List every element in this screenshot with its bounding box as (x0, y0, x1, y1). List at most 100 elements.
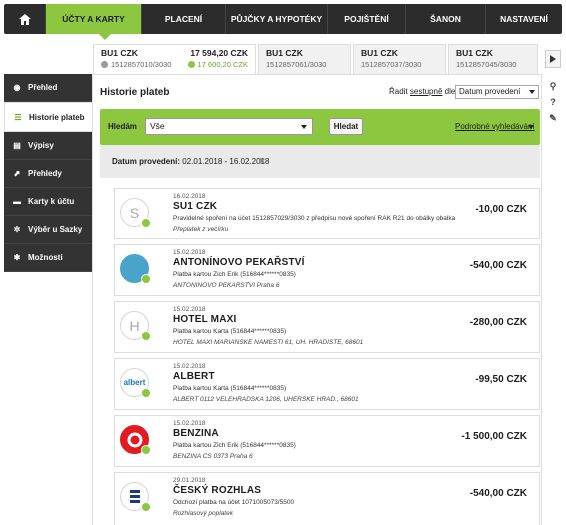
cart-badge-icon (141, 274, 151, 284)
transaction-amount: -540,00 CZK (469, 260, 527, 271)
transaction-description: Pravidelné spoření na účet 1512857029/30… (173, 215, 456, 222)
sidebar-item-label: Výpisy (28, 141, 54, 150)
top-navigation: ÚČTY A KARTY PLACENÍ PŮJČKY A HYPOTÉKY P… (4, 4, 562, 34)
nav-loans-mortgages[interactable]: PŮJČKY A HYPOTÉKY (226, 4, 328, 34)
account-name: BU1 CZK (101, 48, 138, 58)
advanced-search-link[interactable]: Podrobné vyhledávání (455, 122, 535, 131)
cart-badge-icon (141, 388, 151, 398)
transaction-name: ALBERT (173, 371, 215, 382)
transaction-row[interactable]: 15.02.2018 BENZINA Platba kartou Zich Er… (114, 415, 540, 467)
transaction-date: 15.02.2018 (173, 306, 206, 313)
account-tab-2[interactable]: BU1 CZK 1512857061/3030 (258, 44, 351, 74)
nav-payments[interactable]: PLACENÍ (142, 4, 226, 34)
active-nav-caret (99, 34, 111, 40)
next-accounts-button[interactable] (545, 50, 561, 68)
info-icon (101, 61, 108, 68)
right-toolbar: ⚲ ? ✎ (546, 78, 560, 126)
transaction-amount: -280,00 CZK (469, 317, 527, 328)
transaction-description: Platba kartou Zich Erik (516844******083… (173, 271, 296, 278)
gear-icon: ✲ (13, 225, 21, 234)
account-name: BU1 CZK (361, 48, 398, 58)
help-icon[interactable]: ? (546, 94, 560, 110)
settings-icon: ✱ (13, 253, 21, 262)
sidebar-item-payment-history[interactable]: ☰ Historie plateb (4, 102, 92, 132)
close-icon[interactable]: ✖ (258, 156, 266, 167)
sidebar-item-overview[interactable]: ◉ Přehled (4, 74, 92, 102)
account-tab-3[interactable]: BU1 CZK 1512857037/3030 (353, 44, 446, 74)
sort-label: Řadit sestupně dle: (389, 87, 458, 96)
transaction-note: ALBERT 0112 VELEHRADSKA 1206, UHERSKE HR… (173, 396, 359, 403)
sort-value: Datum provedení (459, 87, 521, 96)
account-name: BU1 CZK (266, 48, 303, 58)
sort-select[interactable]: Datum provedení (455, 85, 539, 99)
account-tab-4[interactable]: BU1 CZK 1512857045/3030 (448, 44, 538, 74)
transaction-amount: -540,00 CZK (469, 488, 527, 499)
filter-select[interactable]: Vše (145, 118, 313, 135)
page-title: Historie plateb (100, 87, 170, 98)
sidebar-item-label: Možnosti (28, 253, 63, 262)
filter-value: Vše (150, 121, 165, 131)
nav-accounts-cards[interactable]: ÚČTY A KARTY (46, 4, 142, 34)
sidebar-item-statements[interactable]: ▤ Výpisy (4, 132, 92, 160)
search-button[interactable]: Hledat (329, 118, 363, 135)
transaction-description: Platba kartou Karta (516844******0835) (173, 385, 287, 392)
chevron-down-icon (301, 125, 307, 129)
search-filter: Hledám Vše Hledat Podrobné vyhledávání (100, 109, 540, 145)
account-number: 1512857010/3030 (111, 60, 172, 69)
account-tab-1[interactable]: BU1 CZK 17 594,20 CZK 1512857010/3030 17 6… (93, 44, 256, 75)
transaction-amount: -99,50 CZK (475, 374, 527, 385)
transaction-row[interactable]: H 15.02.2018 HOTEL MAXI Platba kartou Ka… (114, 301, 540, 353)
home-icon (18, 13, 31, 25)
transaction-amount: -1 500,00 CZK (461, 431, 527, 442)
list-icon: ☰ (14, 112, 22, 122)
sidebar-item-reports[interactable]: ⬈ Přehledy (4, 160, 92, 188)
eye-icon: ◉ (13, 83, 21, 92)
sort-prefix: Řadit (389, 87, 408, 96)
account-available: 17 600,20 CZK (197, 60, 248, 69)
transaction-row[interactable]: 15.02.2018 ANTONÍNOVO PEKAŘSTVÍ Platba k… (114, 244, 540, 296)
filter-label: Hledám (108, 122, 137, 131)
transfer-badge-icon (141, 502, 151, 512)
sidebar-item-label: Historie plateb (29, 112, 85, 122)
account-balance: 17 594,20 CZK (190, 48, 248, 58)
transaction-description: Platba kartou Zich Erik (516844******083… (173, 442, 296, 449)
sidebar-item-label: Karty k účtu (28, 197, 75, 206)
transaction-note: HOTEL MAXI MARIANSKE NAMESTI 61, UH. HRA… (173, 339, 364, 346)
nav-insurance[interactable]: POJIŠTĚNÍ (328, 4, 406, 34)
sidebar-item-sazka-withdrawal[interactable]: ✲ Výběr u Sazky (4, 216, 92, 244)
sidebar-item-label: Výběr u Sazky (28, 225, 83, 234)
transaction-amount: -10,00 CZK (475, 204, 527, 215)
chevron-down-icon (528, 125, 534, 129)
transaction-row[interactable]: S 16.02.2018 SU1 CZK Pravidelné spoření … (114, 188, 540, 239)
car-badge-icon (141, 445, 151, 455)
transaction-date: 15.02.2018 (173, 420, 206, 427)
pencil-icon[interactable]: ✎ (546, 110, 560, 126)
transaction-note: Rozhlasový poplatek (173, 510, 233, 517)
transaction-note: Přeplatek z večírku (173, 226, 229, 233)
transaction-date: 15.02.2018 (173, 363, 206, 370)
transaction-row[interactable]: albert 15.02.2018 ALBERT Platba kartou K… (114, 358, 540, 410)
home-button[interactable] (4, 4, 46, 34)
transaction-row[interactable]: 29.01.2018 ČESKÝ ROZHLAS Odchozí platba … (114, 472, 540, 525)
chevron-right-icon (550, 55, 556, 63)
sidebar: ◉ Přehled ☰ Historie plateb ▤ Výpisy ⬈ Přehl… (4, 74, 92, 272)
transaction-description: Odchozí platba na účet 1071005073/5500 (173, 499, 295, 506)
pin-icon[interactable]: ⚲ (546, 78, 560, 94)
account-number: 1512857037/3030 (361, 60, 422, 69)
account-name: BU1 CZK (456, 48, 493, 58)
hotel-badge-icon (141, 331, 151, 341)
sort-direction-link[interactable]: sestupně (410, 87, 442, 96)
chart-icon: ⬈ (13, 169, 21, 178)
transaction-date: 29.01.2018 (173, 477, 206, 484)
account-tabs: BU1 CZK 17 594,20 CZK 1512857010/3030 17 6… (93, 44, 543, 75)
nav-folder[interactable]: ŠANON (406, 4, 486, 34)
sidebar-item-options[interactable]: ✱ Možnosti (4, 244, 92, 272)
date-filter-value: 02.01.2018 - 16.02.2018 (182, 157, 270, 166)
active-date-filter: Datum provedení: 02.01.2018 - 16.02.2018… (100, 145, 540, 178)
sidebar-item-cards[interactable]: ▬ Karty k účtu (4, 188, 92, 216)
sidebar-item-label: Přehled (28, 83, 58, 92)
card-icon: ▬ (13, 197, 21, 206)
date-filter-label: Datum provedení: (112, 157, 181, 166)
nav-settings[interactable]: NASTAVENÍ (486, 4, 562, 34)
transaction-name: HOTEL MAXI (173, 314, 237, 325)
